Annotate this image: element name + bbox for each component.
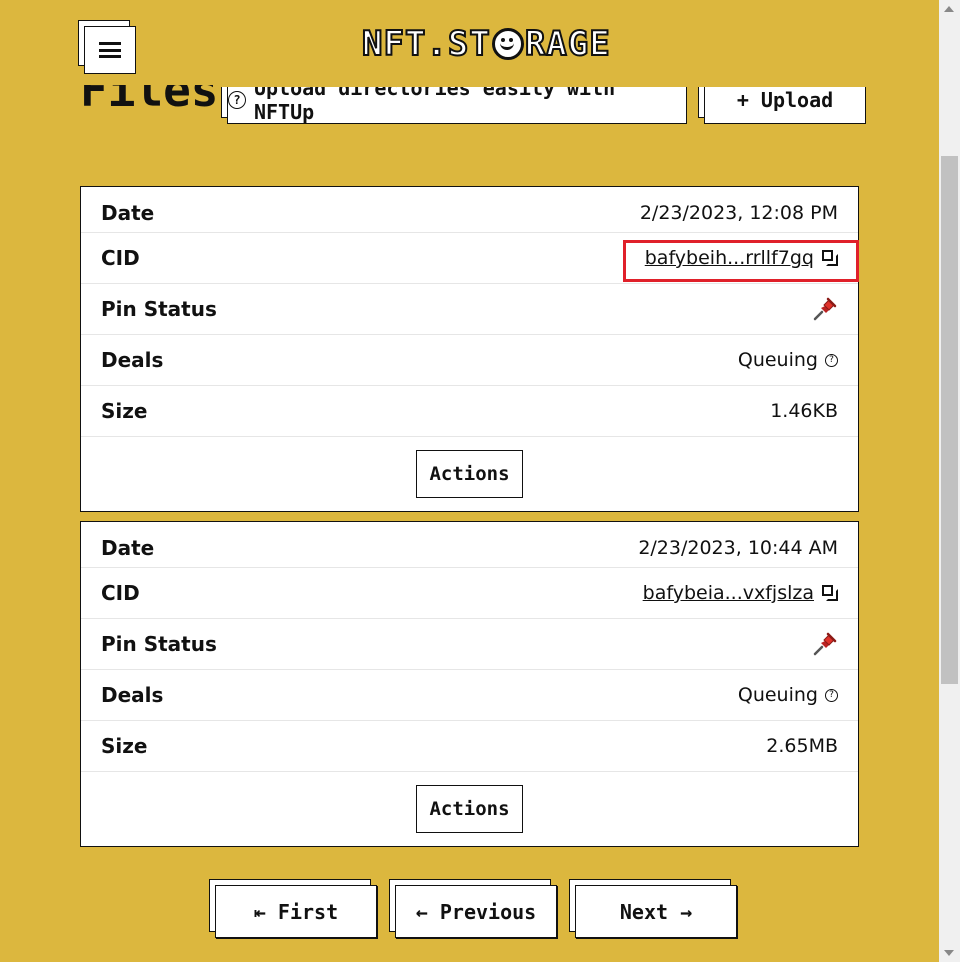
nft-storage-logo[interactable]: NFT.ST RAGE — [361, 23, 611, 65]
size-label: Size — [101, 734, 148, 758]
nftup-button[interactable]: ? Upload directories easily with NFTUp — [227, 76, 687, 124]
deals-row: Deals Queuing ? — [81, 335, 858, 386]
menu-button-stack — [78, 20, 136, 74]
file-card: Date 2/23/2023, 10:44 AM CID bafybeia...… — [80, 521, 859, 847]
deals-label: Deals — [101, 348, 164, 372]
next-page-label: Next → — [619, 899, 693, 924]
logo-text-end: RAGE — [524, 23, 611, 65]
actions-button[interactable]: Actions — [416, 450, 523, 498]
scroll-up-arrow-icon[interactable] — [944, 6, 954, 12]
scroll-down-arrow-icon[interactable] — [944, 950, 954, 956]
scrollbar-thumb[interactable] — [941, 156, 958, 684]
logo-text-start: NFT.ST — [361, 23, 491, 65]
first-page-button[interactable]: ⇤ First — [215, 885, 377, 938]
pin-status-row: Pin Status — [81, 284, 858, 335]
upload-button[interactable]: + Upload — [704, 87, 866, 124]
vertical-scrollbar[interactable] — [939, 0, 960, 962]
cid-label: CID — [101, 581, 140, 605]
copy-icon[interactable] — [822, 250, 838, 266]
size-label: Size — [101, 399, 148, 423]
date-label: Date — [101, 200, 155, 225]
date-value: 2/23/2023, 10:44 AM — [638, 536, 838, 559]
copy-icon[interactable] — [822, 585, 838, 601]
pin-status-row: Pin Status — [81, 619, 858, 670]
previous-page-button[interactable]: ← Previous — [395, 885, 557, 938]
size-row: Size 2.65MB — [81, 721, 858, 772]
nftup-button-label: Upload directories easily with NFTUp — [253, 76, 616, 124]
date-row: Date 2/23/2023, 12:08 PM — [81, 187, 858, 233]
date-value: 2/23/2023, 12:08 PM — [639, 201, 838, 224]
pushpin-icon — [813, 632, 837, 656]
pushpin-icon — [813, 297, 837, 321]
actions-button[interactable]: Actions — [416, 785, 523, 833]
question-circle-icon[interactable]: ? — [825, 688, 838, 702]
deals-value: Queuing — [737, 684, 818, 706]
smiley-o-icon — [491, 28, 524, 60]
question-circle-icon[interactable]: ? — [825, 353, 838, 367]
file-card: Date 2/23/2023, 12:08 PM CID bafybeih...… — [80, 186, 859, 512]
upload-button-stack: + Upload — [698, 70, 866, 124]
hamburger-icon — [99, 42, 121, 58]
previous-page-button-stack: ← Previous — [389, 879, 557, 938]
menu-button[interactable] — [84, 26, 136, 74]
deals-label: Deals — [101, 683, 164, 707]
first-page-label: ⇤ First — [253, 899, 339, 924]
cid-row: CID bafybeih...rrllf7gq — [81, 233, 858, 284]
cid-label: CID — [101, 246, 140, 270]
cid-link[interactable]: bafybeih...rrllf7gq — [645, 247, 814, 269]
next-page-button-stack: Next → — [569, 879, 737, 938]
size-row: Size 1.46KB — [81, 386, 858, 437]
question-circle-icon: ? — [228, 91, 246, 109]
size-value: 2.65MB — [766, 735, 838, 757]
page: NFT.ST RAGE Files ? Upload directories ea… — [0, 0, 939, 962]
pin-status-label: Pin Status — [101, 297, 217, 321]
date-label: Date — [101, 535, 155, 560]
deals-row: Deals Queuing ? — [81, 670, 858, 721]
nftup-button-stack: ? Upload directories easily with NFTUp — [221, 70, 687, 124]
deals-value: Queuing — [737, 349, 818, 371]
actions-row: Actions — [81, 772, 858, 846]
first-page-button-stack: ⇤ First — [209, 879, 377, 938]
date-row: Date 2/23/2023, 10:44 AM — [81, 522, 858, 568]
next-page-button[interactable]: Next → — [575, 885, 737, 938]
upload-button-label: + Upload — [736, 88, 834, 112]
previous-page-label: ← Previous — [415, 899, 537, 924]
cid-link[interactable]: bafybeia...vxfjslza — [643, 582, 814, 604]
cid-row: CID bafybeia...vxfjslza — [81, 568, 858, 619]
actions-row: Actions — [81, 437, 858, 511]
size-value: 1.46KB — [770, 400, 838, 422]
pin-status-label: Pin Status — [101, 632, 217, 656]
